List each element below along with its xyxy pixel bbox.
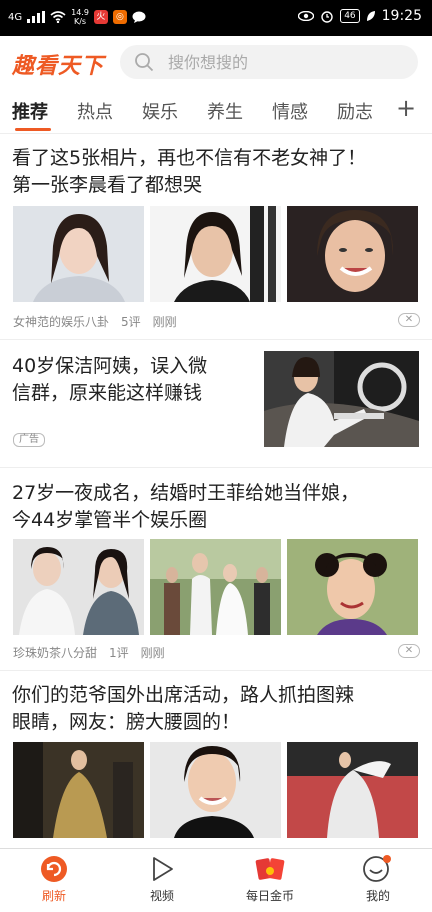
- article-time: 刚刚: [140, 646, 165, 660]
- leaf-icon: [366, 11, 375, 21]
- article-image[interactable]: [13, 206, 144, 302]
- article-card[interactable]: 看了这5张相片，再也不信有不老女神了！ 第一张李晨看了都想哭 女神范的娱乐八卦 …: [0, 135, 432, 340]
- article-image[interactable]: [150, 539, 281, 635]
- tab-hot[interactable]: 热点: [77, 98, 113, 124]
- nav-video[interactable]: 视频: [122, 855, 202, 904]
- dislike-close-icon[interactable]: ✕: [398, 313, 420, 327]
- tab-inspiration[interactable]: 励志: [337, 98, 373, 124]
- bottom-navigation: 刷新 视频 每日金币 我的: [0, 848, 432, 912]
- article-time: 刚刚: [152, 315, 177, 329]
- article-image[interactable]: [287, 206, 418, 302]
- article-title[interactable]: 27岁一夜成名，结婚时王菲给她当伴娘， 今44岁掌管半个娱乐圈: [12, 480, 422, 534]
- app-notification-icon: ◎: [112, 10, 127, 24]
- nav-profile[interactable]: 我的: [338, 855, 418, 904]
- category-tabs: 推荐 热点 娱乐 养生 情感 励志 +: [0, 90, 432, 134]
- search-input[interactable]: [168, 52, 388, 72]
- ad-title[interactable]: 40岁保洁阿姨，误入微 信群，原来能这样赚钱: [12, 353, 257, 407]
- clock: 19:25: [381, 8, 422, 24]
- wifi-icon: [50, 11, 66, 23]
- add-tab-button[interactable]: +: [396, 94, 416, 122]
- ad-badge: 广告: [13, 433, 45, 447]
- article-image[interactable]: [13, 742, 144, 838]
- app-logo: 趣看天下: [12, 54, 105, 79]
- app-header: 趣看天下: [0, 36, 432, 90]
- tab-entertainment[interactable]: 娱乐: [142, 98, 178, 124]
- network-speed: 14.9 K/s: [71, 8, 89, 26]
- article-thumbnails[interactable]: [13, 742, 418, 838]
- red-envelope-icon: [255, 858, 285, 880]
- nav-label: 我的: [365, 889, 390, 903]
- dislike-close-icon[interactable]: ✕: [398, 644, 420, 658]
- article-image[interactable]: [150, 206, 281, 302]
- status-bar: 4G 14.9 K/s 火 ◎ 46 19:25: [0, 0, 432, 36]
- tab-health[interactable]: 养生: [207, 98, 243, 124]
- nav-daily-coins[interactable]: 每日金币: [230, 855, 310, 904]
- search-bar[interactable]: [120, 45, 418, 79]
- signal-bars-icon: [27, 11, 46, 23]
- nav-label: 刷新: [41, 889, 66, 903]
- article-title[interactable]: 看了这5张相片，再也不信有不老女神了！ 第一张李晨看了都想哭: [12, 145, 422, 199]
- article-image[interactable]: [150, 742, 281, 838]
- refresh-icon: [41, 856, 67, 882]
- search-icon: [135, 53, 154, 72]
- tab-recommend[interactable]: 推荐: [12, 98, 48, 124]
- article-meta: 女神范的娱乐八卦 5评 刚刚: [13, 313, 177, 330]
- nav-refresh[interactable]: 刷新: [14, 855, 94, 904]
- ad-card[interactable]: 40岁保洁阿姨，误入微 信群，原来能这样赚钱 广告: [0, 341, 432, 468]
- app-notification-icon: 火: [93, 10, 108, 24]
- nav-label: 视频: [149, 889, 174, 903]
- article-image[interactable]: [287, 742, 418, 838]
- alarm-icon: [321, 11, 333, 23]
- message-icon: [132, 11, 146, 23]
- nav-label: 每日金币: [245, 889, 294, 903]
- active-tab-indicator: [15, 128, 51, 131]
- article-image[interactable]: [287, 539, 418, 635]
- eye-icon: [298, 11, 315, 21]
- play-icon: [153, 857, 173, 881]
- article-thumbnails[interactable]: [13, 206, 418, 302]
- battery-indicator: 46: [340, 9, 360, 23]
- article-source: 女神范的娱乐八卦: [13, 315, 110, 329]
- article-image[interactable]: [13, 539, 144, 635]
- profile-icon: [363, 855, 391, 882]
- comment-count: 5评: [121, 315, 141, 329]
- article-title[interactable]: 你们的范爷国外出席活动，路人抓拍图辣 眼睛，网友：膀大腰圆的！: [12, 682, 422, 736]
- article-meta: 珍珠奶茶八分甜 1评 刚刚: [13, 644, 165, 661]
- article-card[interactable]: 你们的范爷国外出席活动，路人抓拍图辣 眼睛，网友：膀大腰圆的！: [0, 672, 432, 848]
- signal-indicator: 4G: [8, 11, 23, 23]
- article-source: 珍珠奶茶八分甜: [13, 646, 98, 660]
- comment-count: 1评: [109, 646, 129, 660]
- ad-image[interactable]: [264, 351, 419, 447]
- article-thumbnails[interactable]: [13, 539, 418, 635]
- tab-emotion[interactable]: 情感: [272, 98, 308, 124]
- article-card[interactable]: 27岁一夜成名，结婚时王菲给她当伴娘， 今44岁掌管半个娱乐圈 珍珠奶茶八分甜 …: [0, 469, 432, 671]
